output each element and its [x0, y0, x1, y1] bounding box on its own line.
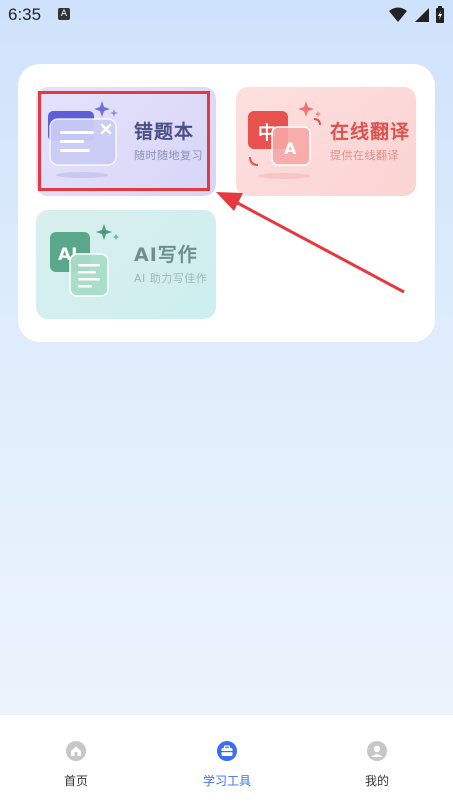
nav-item-mine[interactable]: 我的: [327, 715, 427, 805]
nav-item-home[interactable]: 首页: [26, 715, 126, 805]
user-icon: [367, 741, 387, 761]
nav-item-study-tools[interactable]: 学习工具: [177, 715, 277, 805]
wrong-book-subtitle: 随时随地复习: [134, 149, 203, 162]
translate-icon-en: A: [284, 139, 297, 158]
translate-icon: 中 A: [248, 101, 321, 179]
status-indicators: [389, 6, 445, 24]
app-notification-icon: A: [58, 8, 70, 20]
toolbox-icon: [217, 741, 237, 761]
ai-writing-tool[interactable]: AI AI写作 AI 助力写佳作: [36, 210, 216, 319]
wrong-book-icon: [48, 101, 118, 178]
bottom-nav: 首页 学习工具 我的: [0, 714, 453, 805]
ai-writing-title: AI写作: [134, 244, 198, 266]
ai-writing-icon: AI: [50, 224, 119, 297]
nav-label-mine: 我的: [364, 774, 389, 788]
nav-label-study-tools: 学习工具: [202, 774, 251, 788]
nav-label-home: 首页: [63, 774, 88, 788]
wifi-icon: [389, 7, 407, 22]
wrong-book-title: 错题本: [134, 121, 195, 143]
wrong-book-tool[interactable]: 错题本 随时随地复习: [36, 87, 216, 196]
status-bar: 6:35 A: [0, 0, 453, 30]
tools-card: 错题本 随时随地复习 中 A 在线翻译 提供在线翻译 AI AI写作 AI 助力…: [18, 64, 435, 342]
status-time: 6:35: [8, 5, 42, 24]
home-icon: [66, 741, 86, 761]
battery-icon: [436, 6, 444, 23]
ai-writing-subtitle: AI 助力写佳作: [134, 272, 208, 285]
translate-tool[interactable]: 中 A 在线翻译 提供在线翻译: [236, 87, 416, 196]
translate-subtitle: 提供在线翻译: [330, 149, 399, 162]
signal-icon: [415, 8, 429, 22]
translate-title: 在线翻译: [330, 121, 411, 143]
